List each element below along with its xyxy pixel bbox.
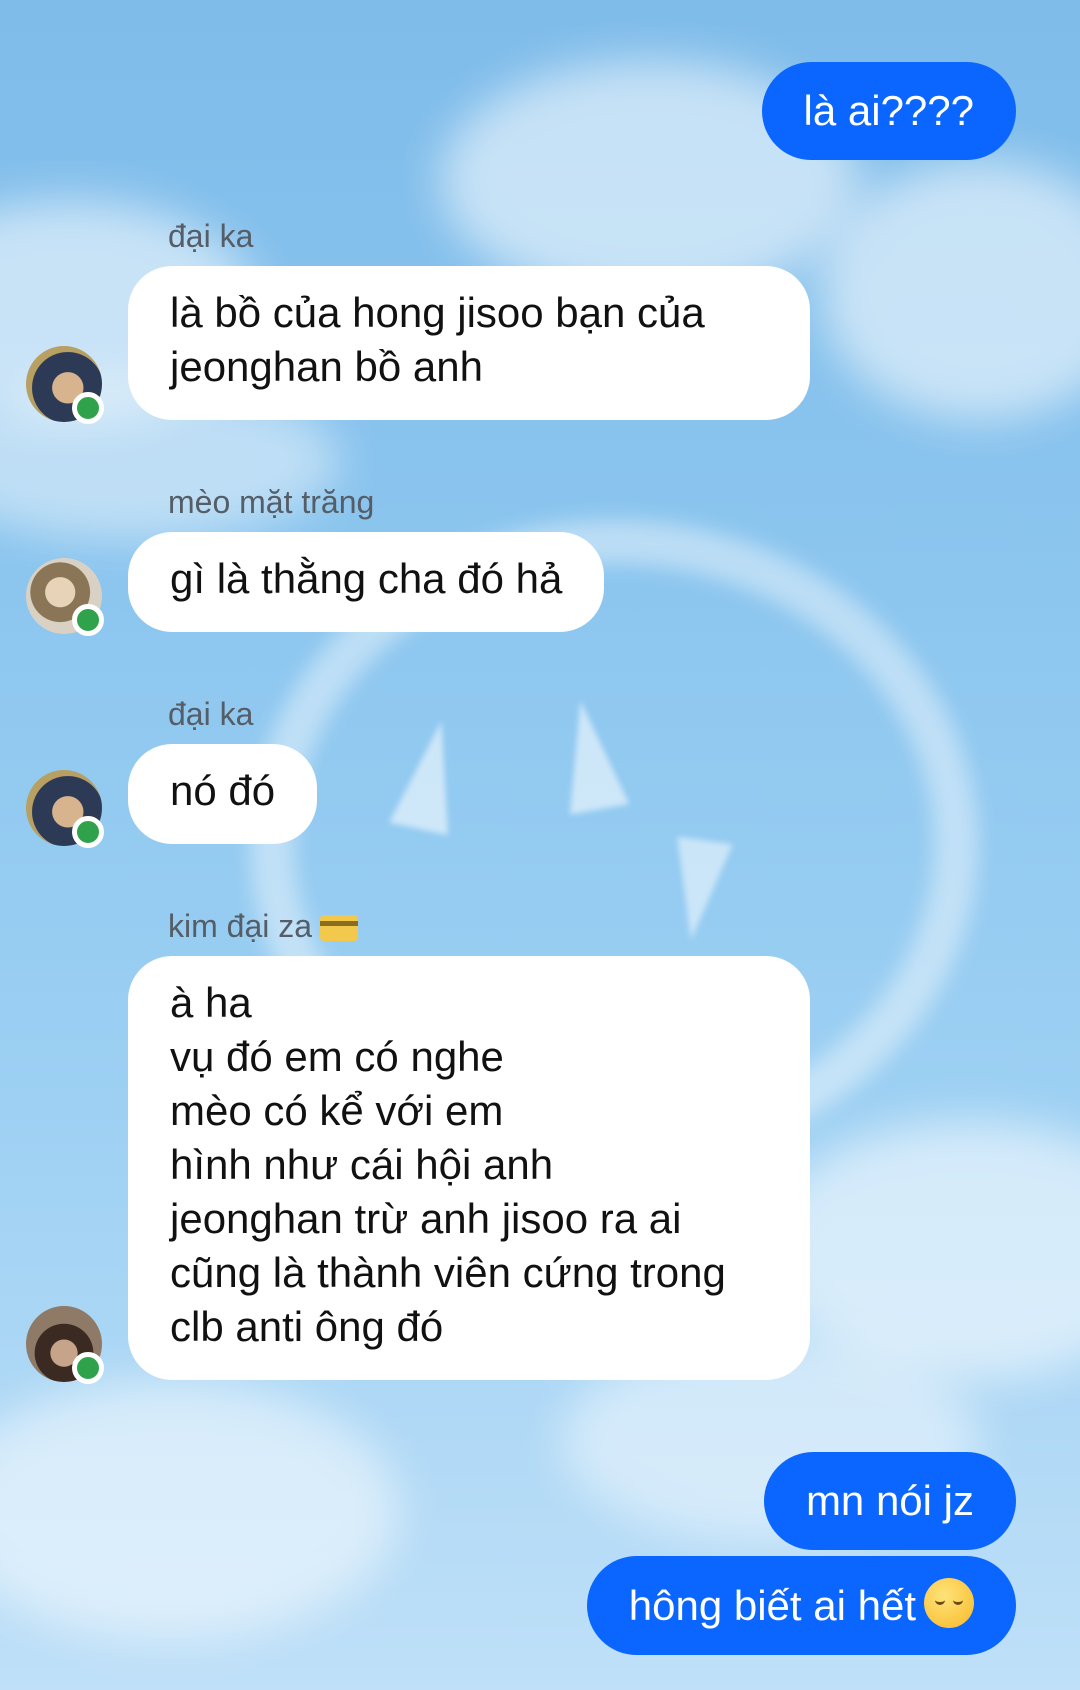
pensive-face-emoji-icon bbox=[924, 1578, 974, 1628]
message-line: mèo có kể với em bbox=[170, 1087, 504, 1134]
sender-name: kim đại za bbox=[168, 906, 359, 946]
message-line: nó đó bbox=[170, 767, 276, 814]
sender-name: đại ka bbox=[168, 218, 254, 254]
outgoing-message[interactable]: mn nói jz bbox=[763, 1452, 1016, 1550]
message-line: hình như cái hội anh bbox=[170, 1141, 554, 1188]
sender-name-text: kim đại za bbox=[168, 908, 313, 944]
message-line: là bồ của hong jisoo bạn của bbox=[170, 289, 705, 336]
online-status-icon bbox=[72, 1352, 104, 1384]
sender-name: mèo mặt trăng bbox=[168, 484, 375, 520]
avatar[interactable] bbox=[26, 770, 104, 848]
message-line: jeonghan bồ anh bbox=[170, 343, 483, 390]
chat-thread: là ai???? đại ka là bồ của hong jisoo bạ… bbox=[0, 0, 1080, 1690]
credit-card-icon bbox=[320, 915, 359, 941]
avatar[interactable] bbox=[26, 346, 104, 424]
incoming-message[interactable]: à ha vụ đó em có nghe mèo có kể với em h… bbox=[128, 956, 810, 1380]
message-line: vụ đó em có nghe bbox=[170, 1033, 504, 1080]
online-status-icon bbox=[72, 392, 104, 424]
incoming-message[interactable]: nó đó bbox=[128, 744, 318, 844]
online-status-icon bbox=[72, 816, 104, 848]
message-text: mn nói jz bbox=[805, 1477, 974, 1524]
message-line: gì là thằng cha đó hả bbox=[170, 555, 563, 602]
outgoing-message[interactable]: là ai???? bbox=[761, 62, 1016, 160]
message-line: cũng là thành viên cứng trong bbox=[170, 1249, 726, 1296]
message-line: clb anti ông đó bbox=[170, 1303, 444, 1350]
online-status-icon bbox=[72, 604, 104, 636]
message-text: là ai???? bbox=[803, 87, 974, 134]
incoming-message[interactable]: là bồ của hong jisoo bạn của jeonghan bồ… bbox=[128, 266, 810, 420]
sender-name: đại ka bbox=[168, 696, 254, 732]
message-line: jeonghan trừ anh jisoo ra ai bbox=[170, 1195, 682, 1242]
incoming-message[interactable]: gì là thằng cha đó hả bbox=[128, 532, 605, 632]
message-text: hông biết ai hết bbox=[628, 1582, 916, 1629]
outgoing-message[interactable]: hông biết ai hết bbox=[586, 1556, 1016, 1655]
avatar[interactable] bbox=[26, 1306, 104, 1384]
avatar[interactable] bbox=[26, 558, 104, 636]
message-line: à ha bbox=[170, 979, 252, 1026]
